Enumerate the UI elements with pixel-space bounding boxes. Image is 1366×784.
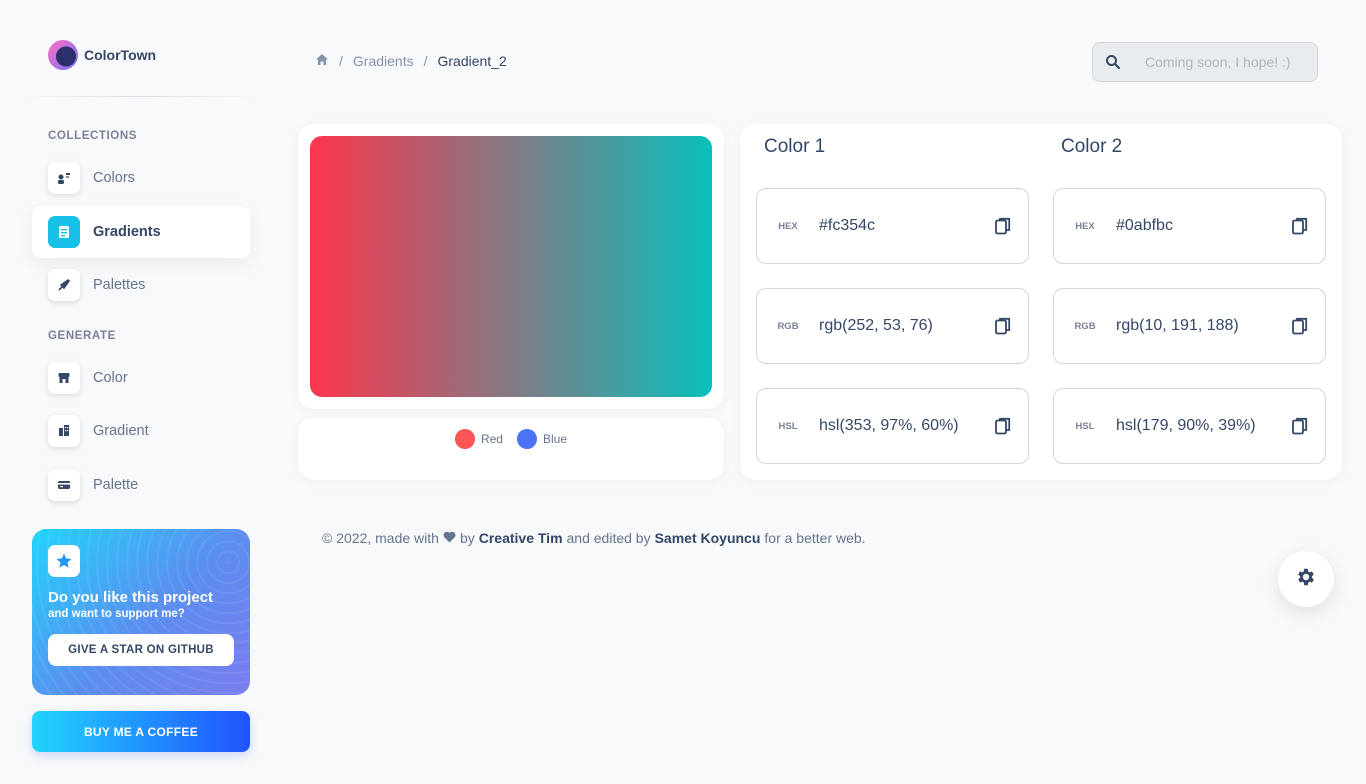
sidebar-item-color[interactable]: Color: [32, 352, 250, 404]
copy-icon[interactable]: [978, 317, 1028, 335]
legend-label: Red: [480, 432, 503, 446]
format-label: RGB: [777, 320, 799, 332]
color-1-rgb-field: RGB rgb(252, 53, 76): [756, 288, 1029, 364]
gradients-icon: [48, 216, 80, 248]
copy-icon[interactable]: [978, 417, 1028, 435]
copy-icon[interactable]: [978, 217, 1028, 235]
color-value: hsl(353, 97%, 60%): [819, 417, 959, 434]
breadcrumb-gradients-link[interactable]: Gradients: [353, 53, 414, 69]
breadcrumb-separator: /: [339, 53, 343, 69]
support-promo-card: Do you like this project and want to sup…: [32, 529, 250, 695]
color-value: hsl(179, 90%, 39%): [1116, 417, 1256, 434]
format-label: RGB: [1074, 320, 1096, 332]
gradient-swatch: [310, 136, 712, 397]
store-icon: [48, 362, 80, 394]
format-label: HSL: [778, 420, 798, 432]
legend-item-red: Red: [454, 429, 503, 449]
footer-by: by: [459, 530, 475, 546]
color-value: #0abfbc: [1116, 217, 1173, 234]
sidebar-item-label: Palette: [93, 477, 139, 493]
colors-icon: [48, 162, 80, 194]
breadcrumb: / Gradients / Gradient_2: [315, 53, 507, 69]
brand-name: ColorTown: [84, 47, 157, 63]
sidebar-item-palette[interactable]: Palette: [32, 459, 250, 511]
copy-icon[interactable]: [1275, 217, 1325, 235]
palettes-icon: [48, 269, 80, 301]
home-icon[interactable]: [315, 53, 329, 69]
settings-button[interactable]: [1278, 551, 1334, 607]
github-star-button[interactable]: GIVE A STAR ON GITHUB: [48, 634, 234, 666]
color-value: rgb(252, 53, 76): [819, 317, 933, 334]
sidebar-item-label: Gradients: [93, 224, 161, 240]
copy-icon[interactable]: [1275, 417, 1325, 435]
color-value: #fc354c: [819, 217, 876, 234]
buy-coffee-button[interactable]: BUY ME A COFFEE: [32, 711, 250, 752]
footer-editor-link[interactable]: Samet Koyuncu: [655, 530, 761, 546]
footer-prefix: © 2022, made with: [322, 530, 439, 546]
legend-dot: [516, 429, 537, 449]
legend-label: Blue: [542, 432, 568, 446]
sidebar-item-palettes[interactable]: Palettes: [32, 259, 250, 311]
search-input[interactable]: [1145, 54, 1315, 70]
gradient-legend-card: Red Blue: [298, 418, 724, 480]
legend-dot: [454, 429, 475, 449]
search-icon: [1093, 54, 1133, 70]
promo-subtitle: and want to support me?: [48, 608, 185, 620]
format-label: HSL: [1075, 420, 1095, 432]
sidebar-item-label: Palettes: [93, 277, 146, 293]
office-icon: [48, 415, 80, 447]
footer-suffix: for a better web.: [764, 530, 866, 546]
breadcrumb-separator: /: [423, 53, 428, 69]
color-2-hsl-field: HSL hsl(179, 90%, 39%): [1053, 388, 1326, 464]
footer-author-link[interactable]: Creative Tim: [479, 530, 563, 546]
sidebar-item-gradient[interactable]: Gradient: [32, 405, 250, 457]
color-1-hex-field: HEX #fc354c: [756, 188, 1029, 264]
gear-icon: [1295, 566, 1317, 593]
sidebar-item-label: Gradient: [93, 423, 149, 439]
sidebar-item-gradients[interactable]: Gradients: [32, 206, 250, 258]
color-1-title: Color 1: [764, 136, 826, 157]
search-box: [1092, 42, 1318, 82]
format-label: HEX: [1075, 220, 1095, 232]
color-1-hsl-field: HSL hsl(353, 97%, 60%): [756, 388, 1029, 464]
format-label: HEX: [778, 220, 798, 232]
color-2-rgb-field: RGB rgb(10, 191, 188): [1053, 288, 1326, 364]
credit-card-icon: [48, 469, 80, 501]
legend-item-blue: Blue: [516, 429, 568, 449]
colortown-logo-icon: [48, 40, 78, 70]
sidebar-item-colors[interactable]: Colors: [32, 152, 250, 204]
sidebar-item-label: Colors: [93, 170, 135, 186]
color-2-hex-field: HEX #0abfbc: [1053, 188, 1326, 264]
heart-icon: [443, 530, 456, 546]
footer-edited: and edited by: [566, 530, 651, 546]
color-value: rgb(10, 191, 188): [1116, 317, 1239, 334]
color-2-title: Color 2: [1061, 136, 1123, 157]
section-title-collections: COLLECTIONS: [48, 130, 138, 142]
brand-divider: [24, 96, 256, 97]
brand-link[interactable]: ColorTown: [48, 40, 156, 70]
promo-title: Do you like this project: [48, 589, 214, 606]
section-title-generate: GENERATE: [48, 330, 116, 342]
gradient-preview-card: [298, 124, 724, 409]
sidebar-item-label: Color: [93, 370, 128, 386]
breadcrumb-current: Gradient_2: [437, 53, 507, 69]
sidebar: ColorTown COLLECTIONS Colors Gradients P…: [0, 0, 280, 784]
copy-icon[interactable]: [1275, 317, 1325, 335]
star-icon: [48, 545, 80, 577]
footer: © 2022, made with by Creative Tim and ed…: [322, 530, 866, 546]
